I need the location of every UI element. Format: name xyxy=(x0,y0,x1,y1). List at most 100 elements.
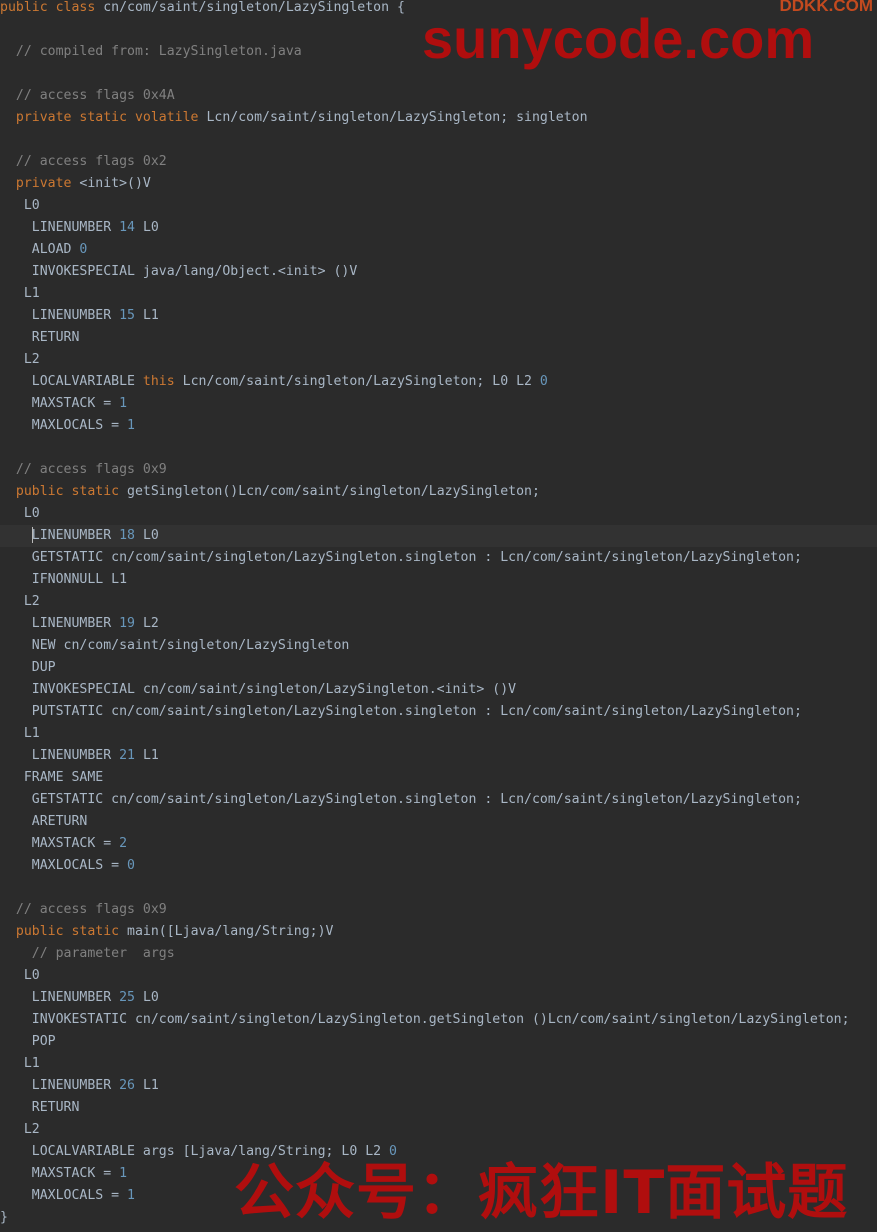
comment: // access flags 0x2 xyxy=(15,154,167,169)
code-line: L0 xyxy=(0,965,877,987)
code-text: LOCALVARIABLE args [Ljava/lang/String; L… xyxy=(31,1144,390,1159)
number: 26 xyxy=(119,1078,135,1093)
code-line: ARETURN xyxy=(0,811,877,833)
number: 0 xyxy=(539,374,548,389)
code-line: // access flags 0x9 xyxy=(0,459,877,481)
code-line: // parameter args xyxy=(0,943,877,965)
code-text: GETSTATIC cn/com/saint/singleton/LazySin… xyxy=(31,550,802,565)
current-line: LINENUMBER 18 L0 xyxy=(0,525,877,547)
comment: // parameter args xyxy=(31,946,175,961)
code-line: MAXSTACK = 1 xyxy=(0,393,877,415)
code-text: LINENUMBER xyxy=(31,220,120,235)
label: L2 xyxy=(23,594,40,609)
bytecode-editor[interactable]: public class cn/com/saint/singleton/Lazy… xyxy=(0,0,877,1232)
code-text: RETURN xyxy=(31,1100,80,1115)
label: L1 xyxy=(23,1056,40,1071)
number: 19 xyxy=(119,616,135,631)
code-line: LINENUMBER 21 L1 xyxy=(0,745,877,767)
number: 0 xyxy=(389,1144,397,1159)
label: L2 xyxy=(23,1122,40,1137)
label: L0 xyxy=(23,506,40,521)
code-line: IFNONNULL L1 xyxy=(0,569,877,591)
code-text: MAXSTACK = xyxy=(31,1166,120,1181)
code-text: L0 xyxy=(135,990,159,1005)
code-text: LINENUMBER xyxy=(31,528,120,543)
number: 21 xyxy=(119,748,135,763)
comment: // access flags 0x9 xyxy=(15,902,167,917)
code-line: L1 xyxy=(0,1053,877,1075)
number: 15 xyxy=(119,308,135,323)
code-line: DUP xyxy=(0,657,877,679)
code-line: L1 xyxy=(0,283,877,305)
code-line: RETURN xyxy=(0,327,877,349)
code-text: GETSTATIC cn/com/saint/singleton/LazySin… xyxy=(31,792,802,807)
code-line: private static volatile Lcn/com/saint/si… xyxy=(0,107,877,129)
code-line: MAXSTACK = 2 xyxy=(0,833,877,855)
code-text: MAXLOCALS = xyxy=(31,858,128,873)
code-line: L2 xyxy=(0,1119,877,1141)
code-line: INVOKESTATIC cn/com/saint/singleton/Lazy… xyxy=(0,1009,877,1031)
code-line: // access flags 0x4A xyxy=(0,85,877,107)
code-text: POP xyxy=(31,1034,56,1049)
code-text: IFNONNULL L1 xyxy=(31,572,128,587)
code-line: L1 xyxy=(0,723,877,745)
code-line: PUTSTATIC cn/com/saint/singleton/LazySin… xyxy=(0,701,877,723)
code-text: LOCALVARIABLE xyxy=(31,374,143,389)
code-text: INVOKESPECIAL cn/com/saint/singleton/Laz… xyxy=(31,682,517,697)
code-line: INVOKESPECIAL java/lang/Object.<init> ()… xyxy=(0,261,877,283)
code-text: PUTSTATIC cn/com/saint/singleton/LazySin… xyxy=(31,704,802,719)
number: 1 xyxy=(127,1188,135,1203)
code-text: L0 xyxy=(135,220,159,235)
code-line: public static main([Ljava/lang/String;)V xyxy=(0,921,877,943)
number: 0 xyxy=(79,242,88,257)
code-text: <init>()V xyxy=(71,176,151,191)
code-text: FRAME SAME xyxy=(23,770,104,785)
keyword: private static volatile xyxy=(15,110,199,125)
number: 1 xyxy=(119,396,128,411)
keyword: public class xyxy=(0,0,96,15)
code-text: ARETURN xyxy=(31,814,88,829)
code-text: MAXSTACK = xyxy=(31,396,120,411)
code-line: MAXLOCALS = 1 xyxy=(0,415,877,437)
bottom-watermark: 公众号：疯狂IT面试题 xyxy=(234,1158,849,1228)
code-line: private <init>()V xyxy=(0,173,877,195)
code-line: LINENUMBER 26 L1 xyxy=(0,1075,877,1097)
keyword: public static xyxy=(15,924,120,939)
label: L1 xyxy=(23,286,40,301)
code-line: L0 xyxy=(0,503,877,525)
code-text: INVOKESTATIC cn/com/saint/singleton/Lazy… xyxy=(31,1012,850,1027)
code-line: INVOKESPECIAL cn/com/saint/singleton/Laz… xyxy=(0,679,877,701)
code-text: LINENUMBER xyxy=(31,308,120,323)
code-line: L0 xyxy=(0,195,877,217)
code-text: RETURN xyxy=(31,330,80,345)
code-text: Lcn/com/saint/singleton/LazySingleton; s… xyxy=(198,110,588,125)
code-line: GETSTATIC cn/com/saint/singleton/LazySin… xyxy=(0,789,877,811)
closing-brace: } xyxy=(0,1210,8,1225)
number: 14 xyxy=(119,220,135,235)
code-line: POP xyxy=(0,1031,877,1053)
number: 25 xyxy=(119,990,135,1005)
code-text: getSingleton()Lcn/com/saint/singleton/La… xyxy=(119,484,540,499)
code-text: MAXLOCALS = xyxy=(31,1188,128,1203)
code-text: Lcn/com/saint/singleton/LazySingleton; L… xyxy=(174,374,540,389)
code-line: MAXLOCALS = 0 xyxy=(0,855,877,877)
number: 2 xyxy=(119,836,128,851)
top-watermark: sunycode.com xyxy=(422,7,815,70)
label: L2 xyxy=(23,352,40,367)
code-text: NEW cn/com/saint/singleton/LazySingleton xyxy=(31,638,350,653)
keyword: public static xyxy=(15,484,120,499)
code-text: LINENUMBER xyxy=(31,990,120,1005)
number: 1 xyxy=(119,1166,128,1181)
code-text: L1 xyxy=(135,308,159,323)
code-line: FRAME SAME xyxy=(0,767,877,789)
comment: // access flags 0x4A xyxy=(15,88,175,103)
code-line: GETSTATIC cn/com/saint/singleton/LazySin… xyxy=(0,547,877,569)
code-text: main([Ljava/lang/String;)V xyxy=(119,924,334,939)
code-line: LOCALVARIABLE this Lcn/com/saint/singlet… xyxy=(0,371,877,393)
comment: // access flags 0x9 xyxy=(15,462,167,477)
code-text: DUP xyxy=(31,660,56,675)
label: L0 xyxy=(23,198,40,213)
code-line: RETURN xyxy=(0,1097,877,1119)
code-line: public static getSingleton()Lcn/com/sain… xyxy=(0,481,877,503)
code-line: // access flags 0x2 xyxy=(0,151,877,173)
